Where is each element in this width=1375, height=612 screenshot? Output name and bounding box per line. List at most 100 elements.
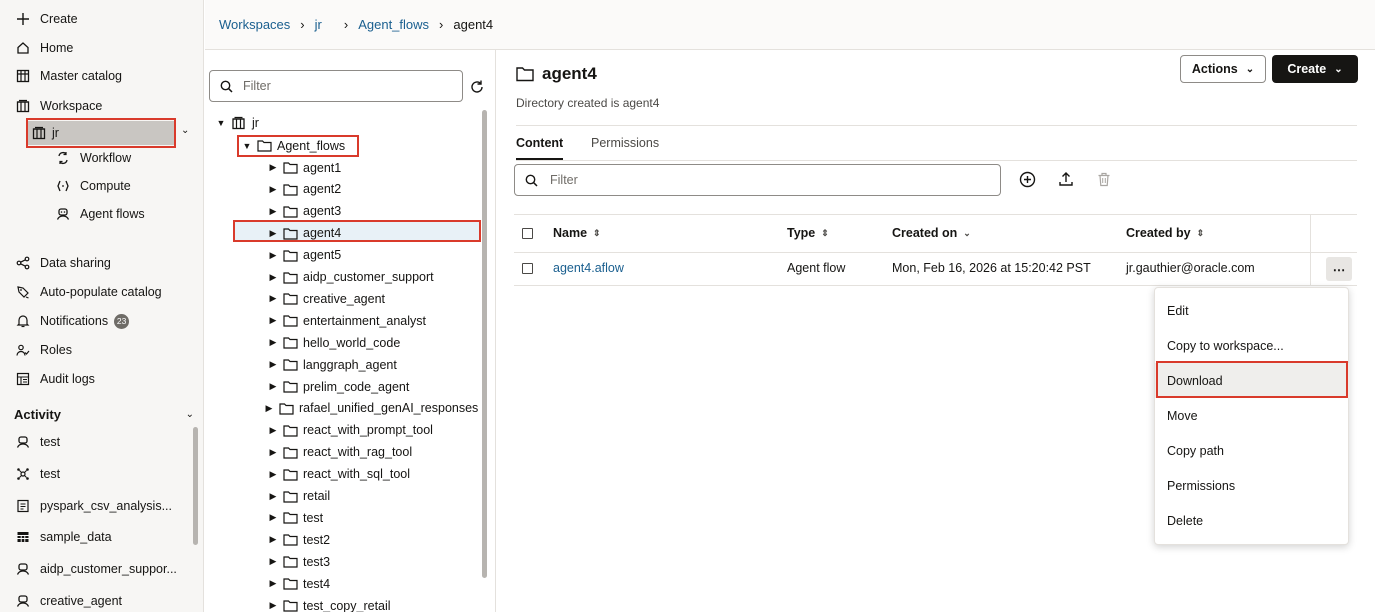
nav-home[interactable]: Home [14, 37, 73, 59]
tree-folder-item[interactable]: ▶ react_with_rag_tool [267, 442, 413, 463]
tree-folder-item[interactable]: ▶ retail [267, 486, 331, 507]
tree-folder-item[interactable]: ▶ test_copy_retail [267, 595, 391, 612]
caret-right-icon[interactable]: ▶ [267, 600, 279, 611]
caret-right-icon[interactable]: ▶ [267, 337, 279, 348]
caret-right-icon[interactable]: ▶ [267, 534, 279, 545]
tree-folder-item[interactable]: ▶ rafael_unified_genAI_responses [263, 398, 479, 419]
caret-right-icon[interactable]: ▶ [267, 315, 279, 326]
tree-folder-item[interactable]: ▶ test4 [267, 573, 331, 594]
caret-right-icon[interactable]: ▶ [267, 359, 279, 370]
caret-down-icon[interactable]: ▼ [215, 118, 227, 128]
tab-content[interactable]: Content [516, 136, 564, 160]
caret-right-icon[interactable]: ▶ [267, 184, 279, 195]
column-header-created-by[interactable]: Created by ⇕ [1126, 226, 1204, 240]
caret-right-icon[interactable]: ▶ [267, 228, 279, 239]
nav-workspace[interactable]: Workspace [14, 95, 102, 117]
menu-permissions[interactable]: Permissions [1155, 468, 1350, 503]
breadcrumb: Workspaces › jr › Agent_flows › agent4 [205, 0, 1375, 50]
tree-root-jr[interactable]: ▼ jr [215, 112, 259, 133]
nav-workflow[interactable]: Workflow [54, 147, 131, 169]
tree-folder-item[interactable]: ▶ hello_world_code [267, 332, 401, 353]
nav-data-sharing[interactable]: Data sharing [14, 252, 111, 274]
nav-notifications[interactable]: Notifications 23 [14, 310, 130, 332]
nav-create[interactable]: Create [14, 8, 78, 30]
tab-permissions[interactable]: Permissions [591, 136, 659, 160]
activity-item[interactable]: test [14, 463, 60, 485]
nav-audit-logs[interactable]: Audit logs [14, 368, 95, 390]
add-circle-icon[interactable] [1018, 170, 1036, 188]
caret-right-icon[interactable]: ▶ [267, 162, 279, 173]
menu-copy-path[interactable]: Copy path [1155, 433, 1350, 468]
folder-icon [283, 424, 298, 437]
caret-right-icon[interactable]: ▶ [267, 556, 279, 567]
tree-folder-item[interactable]: ▶ agent1 [267, 157, 342, 178]
tree-folder-item[interactable]: ▶ langgraph_agent [267, 354, 397, 375]
tree-folder-item[interactable]: ▶ entertainment_analyst [267, 310, 426, 331]
tree-folder-item[interactable]: ▶ prelim_code_agent [267, 376, 410, 397]
nav-auto-populate-catalog[interactable]: Auto-populate catalog [14, 281, 162, 303]
nav-master-catalog[interactable]: Master catalog [14, 65, 122, 87]
activity-section-header[interactable]: Activity ⌄ [14, 403, 194, 425]
activity-item[interactable]: pyspark_csv_analysis... [14, 495, 172, 517]
caret-right-icon[interactable]: ▶ [263, 403, 275, 414]
nav-compute[interactable]: Compute [54, 175, 131, 197]
create-button[interactable]: Create ⌄ [1272, 55, 1358, 83]
chevron-down-icon[interactable]: ⌄ [181, 125, 189, 136]
tree-folder-item[interactable]: ▶ agent3 [267, 201, 342, 222]
breadcrumb-workspaces[interactable]: Workspaces [219, 17, 290, 32]
activity-item[interactable]: aidp_customer_suppor... [14, 558, 177, 580]
caret-right-icon[interactable]: ▶ [267, 491, 279, 502]
column-header-name[interactable]: Name ⇕ [553, 226, 601, 240]
workspace-name: jr [52, 126, 59, 140]
menu-copy-to-workspace[interactable]: Copy to workspace... [1155, 328, 1350, 363]
menu-move[interactable]: Move [1155, 398, 1350, 433]
actions-button[interactable]: Actions ⌄ [1180, 55, 1266, 83]
caret-down-icon[interactable]: ▼ [241, 141, 253, 151]
tree-folder-item[interactable]: ▶ creative_agent [267, 288, 385, 309]
tree-scrollbar[interactable] [482, 110, 487, 578]
breadcrumb-jr[interactable]: jr [315, 17, 322, 32]
tree-folder-item[interactable]: ▶ react_with_prompt_tool [267, 420, 433, 441]
caret-right-icon[interactable]: ▶ [267, 578, 279, 589]
breadcrumb-agent-flows[interactable]: Agent_flows [358, 17, 429, 32]
caret-right-icon[interactable]: ▶ [267, 469, 279, 480]
caret-right-icon[interactable]: ▶ [267, 512, 279, 523]
caret-right-icon[interactable]: ▶ [267, 425, 279, 436]
menu-delete[interactable]: Delete [1155, 503, 1350, 538]
tree-folder-item[interactable]: ▶ agent4 [267, 223, 342, 244]
tree-filter-input[interactable] [243, 79, 433, 93]
caret-right-icon[interactable]: ▶ [267, 250, 279, 261]
tree-folder-item[interactable]: ▶ aidp_customer_support [267, 267, 434, 288]
tree-folder-item[interactable]: ▶ test2 [267, 529, 331, 550]
activity-item[interactable]: creative_agent [14, 590, 122, 612]
activity-item[interactable]: sample_data [14, 526, 112, 548]
nav-roles[interactable]: Roles [14, 339, 72, 361]
upload-icon[interactable] [1057, 170, 1075, 188]
column-header-type[interactable]: Type ⇕ [787, 226, 829, 240]
caret-right-icon[interactable]: ▶ [267, 272, 279, 283]
row-actions-button[interactable]: ⋯ [1326, 257, 1352, 281]
caret-right-icon[interactable]: ▶ [267, 293, 279, 304]
caret-right-icon[interactable]: ▶ [267, 381, 279, 392]
tree-folder-item[interactable]: ▶ test [267, 507, 324, 528]
refresh-icon[interactable] [469, 79, 485, 95]
select-all-checkbox[interactable] [522, 228, 533, 239]
nav-agent-flows[interactable]: Agent flows [54, 203, 145, 225]
tree-folder-item[interactable]: ▶ agent5 [267, 245, 342, 266]
tree-folder-item[interactable]: ▶ test3 [267, 551, 331, 572]
row-checkbox[interactable] [522, 263, 533, 274]
activity-item[interactable]: test [14, 431, 60, 453]
menu-edit[interactable]: Edit [1155, 293, 1350, 328]
menu-download[interactable]: Download [1155, 363, 1350, 398]
workspace-jr[interactable]: jr [28, 121, 174, 145]
file-link[interactable]: agent4.aflow [553, 261, 624, 275]
tree-folder-item[interactable]: ▶ react_with_sql_tool [267, 464, 410, 485]
column-header-created-on[interactable]: Created on ⌄ [892, 226, 971, 240]
tree-agent-flows[interactable]: ▼ Agent_flows [241, 135, 346, 156]
caret-right-icon[interactable]: ▶ [267, 447, 279, 458]
trash-icon[interactable] [1095, 170, 1113, 188]
caret-right-icon[interactable]: ▶ [267, 206, 279, 217]
content-filter-input[interactable] [550, 173, 970, 187]
tree-folder-item[interactable]: ▶ agent2 [267, 179, 342, 200]
nav-scrollbar[interactable] [193, 427, 198, 545]
